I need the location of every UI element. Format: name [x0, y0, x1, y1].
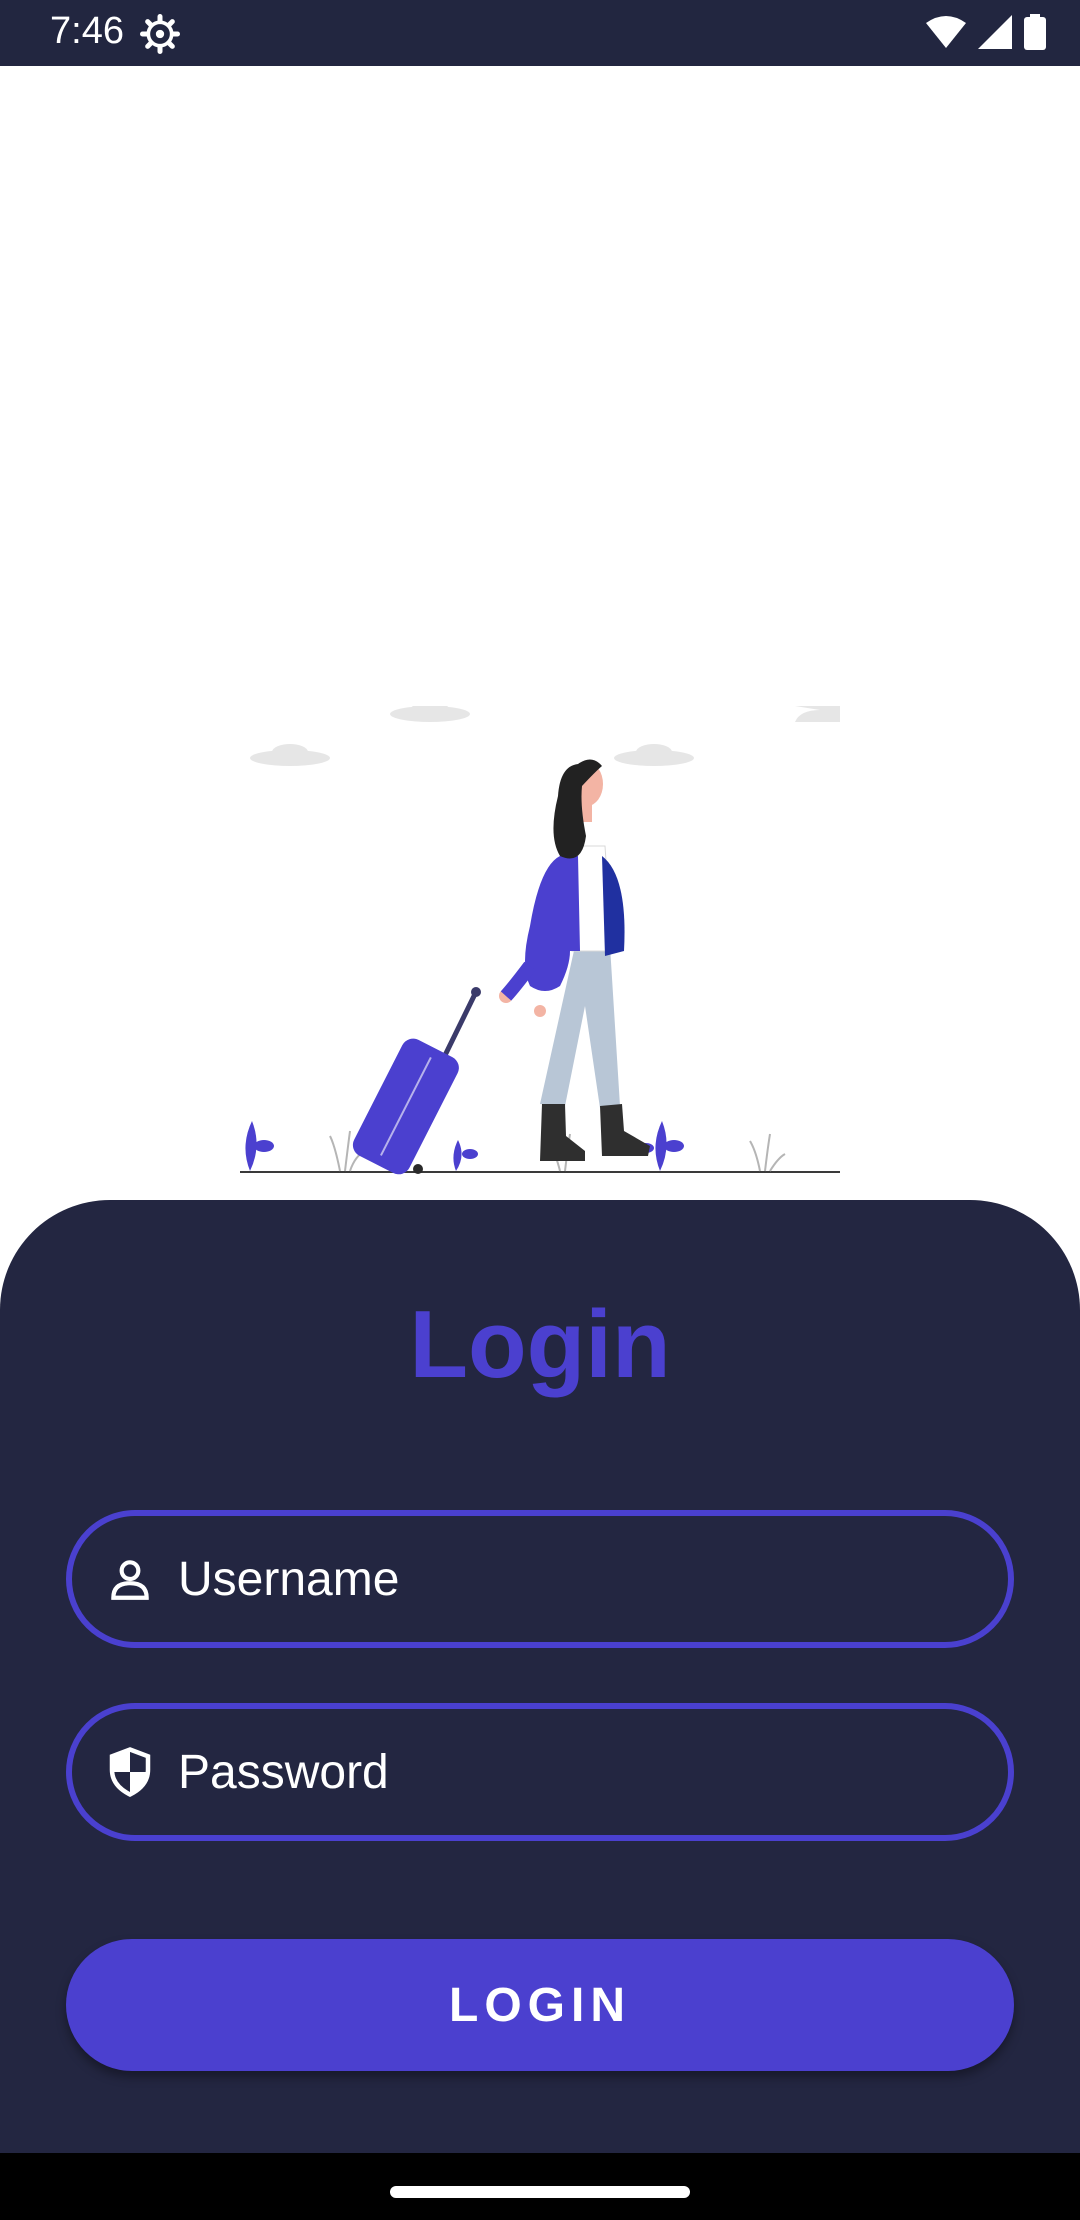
- hero-section: [0, 66, 1080, 1200]
- login-title: Login: [409, 1291, 671, 1398]
- login-panel: Login LOGIN: [0, 1200, 1080, 2153]
- status-time: 7:46: [50, 10, 124, 52]
- username-input[interactable]: [178, 1516, 1008, 1642]
- status-icons: [926, 14, 1046, 50]
- wifi-icon: [926, 16, 966, 48]
- username-field[interactable]: [66, 1510, 1014, 1648]
- battery-icon: [1024, 14, 1046, 50]
- shield-icon: [100, 1742, 160, 1802]
- signal-icon: [978, 15, 1012, 49]
- person-icon: [100, 1549, 160, 1609]
- password-field[interactable]: [66, 1703, 1014, 1841]
- password-input[interactable]: [178, 1709, 1008, 1835]
- status-bar: 7:46: [0, 0, 1080, 66]
- home-gesture-handle[interactable]: [390, 2186, 690, 2198]
- settings-icon: [140, 14, 180, 54]
- login-button[interactable]: LOGIN: [66, 1939, 1014, 2071]
- traveler-illustration: [240, 706, 840, 1175]
- navigation-bar: [0, 2153, 1080, 2220]
